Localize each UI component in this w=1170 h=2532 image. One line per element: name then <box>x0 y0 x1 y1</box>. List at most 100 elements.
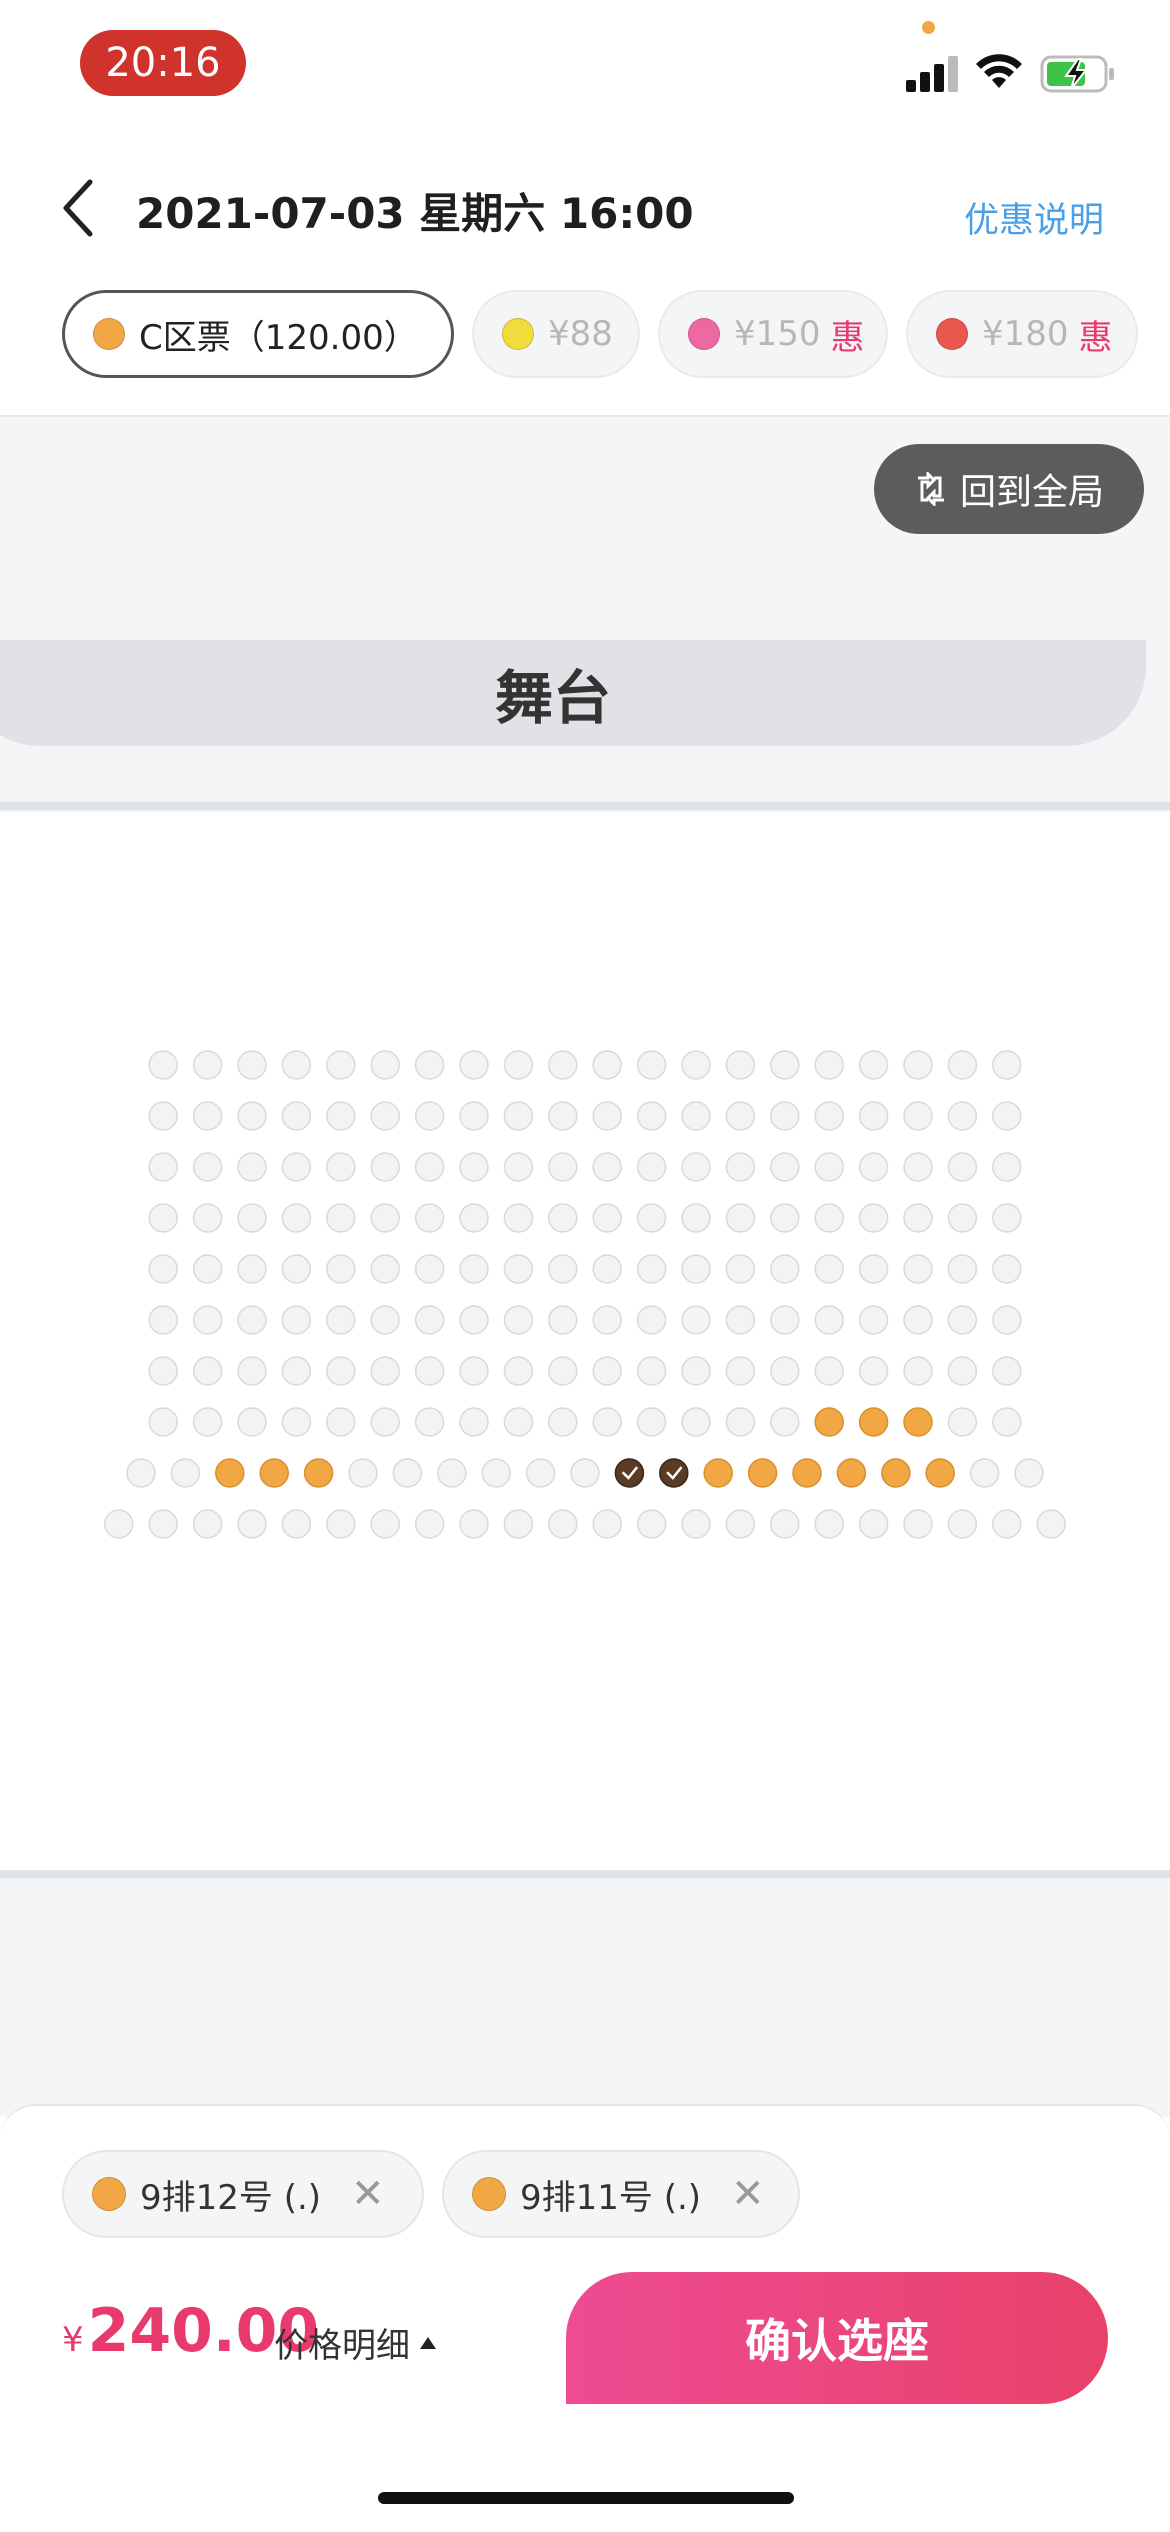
seat-unavailable <box>370 1101 400 1131</box>
back-to-global-button[interactable]: 回到全局 <box>874 444 1144 534</box>
seat-unavailable <box>414 1509 445 1539</box>
seat-available[interactable] <box>925 1458 955 1488</box>
seat-unavailable <box>503 1050 534 1080</box>
ticket-tab-88[interactable]: ¥88 <box>472 290 640 378</box>
ticket-tab-180[interactable]: ¥180 惠 <box>906 290 1138 378</box>
seat-unavailable <box>503 1101 534 1131</box>
caret-up-icon <box>420 2336 436 2349</box>
seat-selected[interactable] <box>659 1458 689 1488</box>
seat-unavailable <box>770 1407 800 1437</box>
seat-unavailable <box>725 1101 756 1131</box>
seat-unavailable <box>947 1101 978 1131</box>
seat-unavailable <box>392 1458 423 1488</box>
tab-label: ¥150 <box>734 314 821 354</box>
seat-unavailable <box>459 1101 489 1131</box>
seat-unavailable <box>992 1305 1022 1335</box>
seat-unavailable <box>192 1356 223 1386</box>
seat-unavailable <box>148 1254 178 1284</box>
seat-unavailable <box>126 1458 156 1488</box>
seat-unavailable <box>725 1407 756 1437</box>
seat-unavailable <box>858 1101 889 1131</box>
seat-unavailable <box>237 1407 267 1437</box>
seat-unavailable <box>192 1050 223 1080</box>
seat-unavailable <box>459 1203 489 1233</box>
seat-unavailable <box>148 1305 178 1335</box>
seat-unavailable <box>326 1203 356 1233</box>
seat-unavailable <box>858 1254 889 1284</box>
ticket-tab-c-zone[interactable]: C区票（120.00） <box>62 290 454 378</box>
seat-available[interactable] <box>903 1407 933 1437</box>
seat-unavailable <box>992 1050 1022 1080</box>
seat-unavailable <box>858 1305 889 1335</box>
seat-unavailable <box>326 1509 356 1539</box>
seat-unavailable <box>281 1407 312 1437</box>
seat-unavailable <box>947 1050 978 1080</box>
seat-available[interactable] <box>703 1458 733 1488</box>
seat-unavailable <box>237 1203 267 1233</box>
seat-available[interactable] <box>814 1407 844 1437</box>
seat-unavailable <box>947 1305 978 1335</box>
remove-seat-icon[interactable]: ✕ <box>731 2171 765 2217</box>
seat-unavailable <box>947 1254 978 1284</box>
seat-available[interactable] <box>858 1407 889 1437</box>
seat-unavailable <box>148 1050 178 1080</box>
seat-canvas[interactable] <box>0 812 1170 1870</box>
battery-charging-icon <box>1040 55 1114 93</box>
seat-unavailable <box>636 1407 667 1437</box>
seat-unavailable <box>414 1101 445 1131</box>
seat-unavailable <box>503 1203 534 1233</box>
seat-unavailable <box>636 1203 667 1233</box>
seat-unavailable <box>170 1458 201 1488</box>
back-button[interactable] <box>56 176 100 240</box>
seat-unavailable <box>903 1101 933 1131</box>
seat-unavailable <box>725 1305 756 1335</box>
seat-unavailable <box>636 1101 667 1131</box>
selected-seat-chip[interactable]: 9排11号 (.) ✕ <box>442 2150 800 2238</box>
seat-unavailable <box>414 1050 445 1080</box>
price-detail-toggle[interactable]: 价格明细 <box>274 2318 436 2367</box>
map-bottom-band <box>0 1870 1170 1878</box>
remove-seat-icon[interactable]: ✕ <box>351 2171 385 2217</box>
seat-available[interactable] <box>792 1458 822 1488</box>
seat-available[interactable] <box>215 1458 245 1488</box>
seat-unavailable <box>725 1356 756 1386</box>
seat-unavailable <box>281 1050 312 1080</box>
tab-color-dot <box>936 318 968 350</box>
seat-unavailable <box>814 1305 844 1335</box>
seat-unavailable <box>548 1050 578 1080</box>
seat-unavailable <box>770 1203 800 1233</box>
seat-available[interactable] <box>836 1458 867 1488</box>
promo-info-link[interactable]: 优惠说明 <box>964 192 1104 243</box>
confirm-seat-button[interactable]: 确认选座 <box>566 2272 1108 2404</box>
privacy-indicator-dot <box>922 21 935 34</box>
seat-unavailable <box>548 1305 578 1335</box>
seat-available[interactable] <box>747 1458 778 1488</box>
status-time: 20:16 <box>80 30 246 96</box>
seat-unavailable <box>503 1305 534 1335</box>
seat-unavailable <box>459 1305 489 1335</box>
seat-unavailable <box>459 1254 489 1284</box>
seat-unavailable <box>681 1203 711 1233</box>
seat-available[interactable] <box>259 1458 289 1488</box>
seat-available[interactable] <box>881 1458 911 1488</box>
seat-unavailable <box>903 1254 933 1284</box>
seat-unavailable <box>570 1458 600 1488</box>
page-title: 2021-07-03 星期六 16:00 <box>136 189 694 238</box>
ticket-tab-150[interactable]: ¥150 惠 <box>658 290 888 378</box>
seat-unavailable <box>636 1050 667 1080</box>
seat-unavailable <box>370 1356 400 1386</box>
seat-selected[interactable] <box>614 1458 645 1488</box>
seat-unavailable <box>148 1407 178 1437</box>
seat-available[interactable] <box>303 1458 334 1488</box>
selected-seat-chip[interactable]: 9排12号 (.) ✕ <box>62 2150 424 2238</box>
seat-unavailable <box>414 1203 445 1233</box>
seat-unavailable <box>903 1203 933 1233</box>
seat-unavailable <box>992 1203 1022 1233</box>
seat-grid[interactable] <box>0 812 1170 1870</box>
seat-unavailable <box>681 1407 711 1437</box>
seat-unavailable <box>770 1101 800 1131</box>
seat-unavailable <box>992 1101 1022 1131</box>
seat-unavailable <box>192 1407 223 1437</box>
discount-badge: 惠 <box>830 317 865 358</box>
seat-unavailable <box>548 1101 578 1131</box>
